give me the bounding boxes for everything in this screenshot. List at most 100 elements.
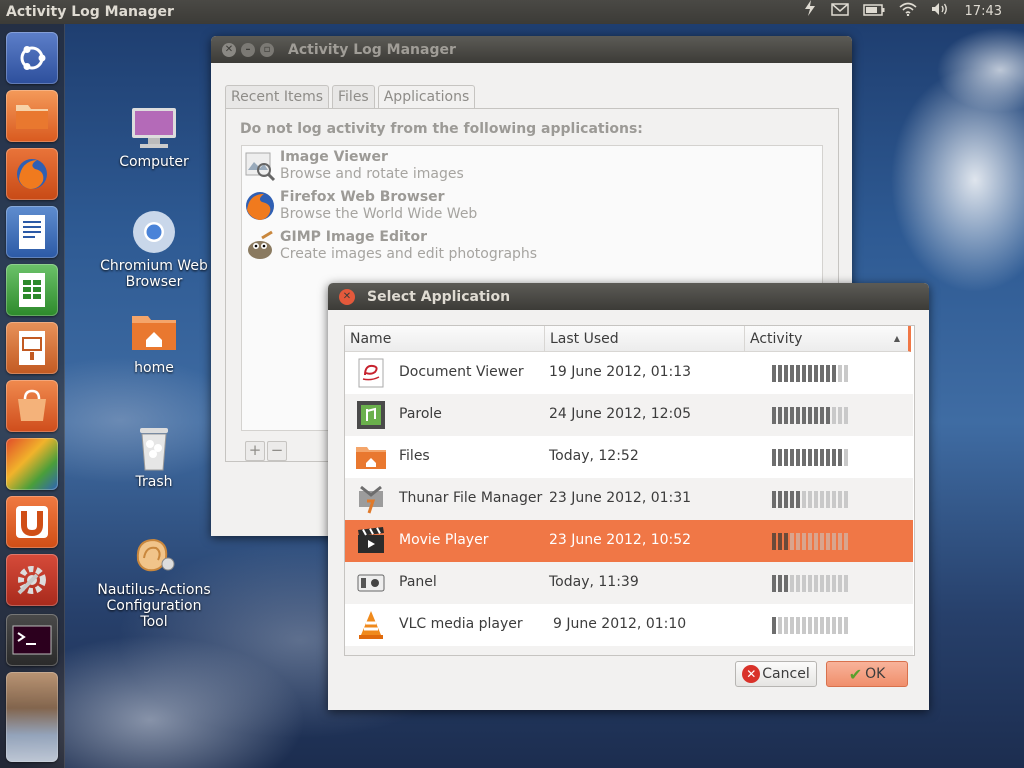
activity-segment — [844, 533, 848, 550]
software-center-icon[interactable] — [6, 380, 58, 432]
writer-icon[interactable] — [6, 206, 58, 258]
tab-applications[interactable]: Applications — [377, 85, 476, 108]
workspaces-icon[interactable] — [6, 438, 58, 490]
activity-segment — [814, 407, 818, 424]
terminal-icon[interactable] — [6, 614, 58, 666]
row-last-used: Today, 11:39 — [549, 574, 639, 590]
activity-segment — [790, 575, 794, 592]
column-header-last-used[interactable]: Last Used — [545, 326, 745, 352]
activity-segment — [826, 365, 830, 382]
activity-segment — [802, 407, 806, 424]
desktop-icon-trash[interactable]: Trash — [94, 424, 214, 490]
activity-segment — [808, 575, 812, 592]
nautilus-actions-icon — [130, 532, 178, 580]
activity-segment — [802, 449, 806, 466]
activity-segment — [808, 533, 812, 550]
activity-segment — [796, 617, 800, 634]
activity-segment — [844, 365, 848, 382]
ok-button[interactable]: ✔ OK — [826, 661, 908, 687]
window-title: Activity Log Manager — [6, 4, 174, 20]
activity-segment — [808, 407, 812, 424]
desktop-icon-chromium[interactable]: Chromium Web Browser — [94, 208, 214, 290]
activity-segment — [796, 407, 800, 424]
list-item[interactable]: Firefox Web Browser Browse the World Wide… — [242, 186, 822, 226]
table-row[interactable]: Thunar File Manager 23 June 2012, 01:31 — [345, 478, 913, 520]
python-icon — [355, 651, 387, 655]
activity-segment — [784, 491, 788, 508]
activity-segment — [814, 491, 818, 508]
cancel-button[interactable]: ✕ Cancel — [735, 661, 817, 687]
table-row[interactable] — [345, 646, 913, 655]
activity-segment — [802, 617, 806, 634]
wifi-icon[interactable] — [899, 0, 917, 24]
stacked-apps-icon[interactable] — [6, 672, 58, 762]
minimize-icon[interactable]: – — [241, 42, 255, 57]
activity-segment — [808, 365, 812, 382]
activity-bar — [772, 407, 848, 424]
table-row[interactable]: Panel Today, 11:39 — [345, 562, 913, 604]
cancel-icon: ✕ — [742, 665, 761, 683]
impress-icon[interactable] — [6, 322, 58, 374]
activity-segment — [820, 449, 824, 466]
activity-segment — [784, 365, 788, 382]
maximize-icon[interactable]: ▫ — [260, 42, 274, 57]
desktop-icon-label: Chromium Web Browser — [100, 258, 208, 290]
activity-segment — [772, 533, 776, 550]
dialog-titlebar: ✕ Select Application — [328, 283, 929, 310]
remove-button[interactable]: − — [267, 441, 287, 461]
launcher — [0, 24, 65, 768]
mail-icon[interactable] — [830, 0, 849, 24]
activity-segment — [826, 617, 830, 634]
activity-segment — [814, 449, 818, 466]
desktop-icon-home[interactable]: home — [94, 310, 214, 376]
activity-segment — [772, 365, 776, 382]
activity-bar — [772, 617, 848, 634]
activity-segment — [826, 449, 830, 466]
battery-icon[interactable] — [862, 0, 885, 24]
row-name: Thunar File Manager — [399, 490, 543, 506]
list-item[interactable]: Image Viewer Browse and rotate images — [242, 146, 822, 186]
activity-segment — [778, 491, 782, 508]
close-icon[interactable]: ✕ — [339, 288, 355, 305]
activity-segment — [802, 575, 806, 592]
clock[interactable]: 17:43 — [965, 0, 1002, 24]
activity-segment — [778, 449, 782, 466]
checkmark-icon: ✔ — [848, 664, 863, 684]
volume-icon[interactable] — [931, 0, 951, 24]
tab-recent-items[interactable]: Recent Items — [225, 85, 329, 108]
calc-icon[interactable] — [6, 264, 58, 316]
image-viewer-icon — [244, 150, 276, 182]
activity-segment — [790, 617, 794, 634]
row-last-used: 9 June 2012, 01:10 — [553, 616, 687, 632]
alm-title: Activity Log Manager — [288, 41, 456, 58]
vlc-icon — [355, 609, 387, 641]
files-icon[interactable] — [6, 90, 58, 142]
table-row[interactable]: Parole 24 June 2012, 12:05 — [345, 394, 913, 436]
activity-segment — [814, 533, 818, 550]
desktop-icon-computer[interactable]: Computer — [94, 104, 214, 170]
desktop-icon-nautilus-actions[interactable]: Nautilus-Actions Configuration Tool — [94, 532, 214, 630]
column-header-activity[interactable]: Activity ▲ — [745, 326, 911, 352]
activity-segment — [832, 407, 836, 424]
table-row[interactable]: VLC media player 9 June 2012, 01:10 — [345, 604, 913, 646]
row-name: Document Viewer — [399, 364, 524, 380]
activity-segment — [808, 491, 812, 508]
column-header-name[interactable]: Name — [345, 326, 545, 352]
power-icon[interactable] — [803, 0, 817, 24]
table-row[interactable]: Files Today, 12:52 — [345, 436, 913, 478]
system-settings-icon[interactable] — [6, 554, 58, 606]
table-row-selected[interactable]: Movie Player 23 June 2012, 10:52 — [345, 520, 913, 562]
table-row[interactable]: Document Viewer 19 June 2012, 01:13 — [345, 352, 913, 394]
close-icon[interactable]: ✕ — [222, 42, 236, 57]
activity-segment — [832, 365, 836, 382]
row-last-used: 24 June 2012, 12:05 — [549, 406, 692, 422]
list-item[interactable]: GIMP Image Editor Create images and edit … — [242, 226, 822, 266]
ubuntu-dash-icon[interactable] — [6, 32, 58, 84]
firefox-icon[interactable] — [6, 148, 58, 200]
activity-segment — [838, 533, 842, 550]
ubuntu-one-icon[interactable] — [6, 496, 58, 548]
activity-segment — [832, 491, 836, 508]
tab-files[interactable]: Files — [332, 85, 375, 108]
add-button[interactable]: + — [245, 441, 265, 461]
activity-segment — [778, 365, 782, 382]
